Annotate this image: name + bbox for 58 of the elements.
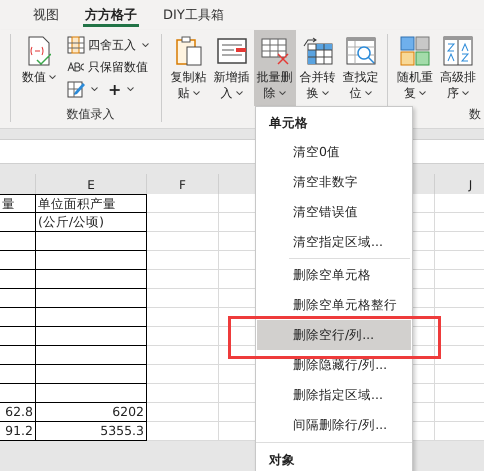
ribbon-button[interactable]: 新增插 入 (210, 30, 252, 106)
table-cell (0, 384, 36, 403)
ribbon-tab[interactable]: 方方格子 (72, 0, 150, 30)
ribbon-button[interactable]: + (108, 80, 134, 98)
menu-item[interactable]: 间隔删除行/列... (257, 410, 411, 440)
delete-cells-icon (260, 36, 288, 66)
menu-item[interactable]: 清空0值 (257, 137, 411, 167)
column-header[interactable]: F (147, 174, 219, 194)
table-cell (0, 270, 36, 289)
ribbon-button[interactable]: 批量删 除 (254, 30, 296, 106)
ribbon-button[interactable]: 高级排 序 (437, 30, 479, 106)
table-column-icon (67, 36, 85, 54)
merge-table-icon (302, 36, 332, 66)
insert-row-icon (216, 36, 246, 66)
menu-item[interactable]: 删除空单元格 (257, 260, 411, 290)
table-cell: 单位面积产量 (36, 194, 147, 213)
group-label: 数 (469, 106, 481, 122)
document-check-icon (27, 36, 51, 66)
table-pencil-icon (67, 80, 85, 98)
table-cell (0, 213, 36, 232)
menu-item[interactable]: 清空指定区域... (257, 227, 411, 257)
menu-item[interactable]: 清空非数字 (257, 167, 411, 197)
sort-icon (443, 36, 473, 66)
group-label: 数值录入 (66, 106, 114, 122)
color-grid-icon (400, 36, 430, 66)
ribbon-button[interactable]: 合并转 换 (296, 30, 338, 106)
menu-section-title: 对象 (268, 451, 296, 469)
abc-icon (67, 62, 85, 72)
ribbon-button[interactable]: 数值 (18, 30, 60, 106)
clipboard-icon (176, 36, 202, 66)
menu-section-title: 单元格 (268, 114, 309, 132)
menu-item[interactable]: 删除隐藏行/列... (257, 350, 411, 380)
menu-item[interactable]: 删除空单元格整行 (257, 290, 411, 320)
ribbon-button[interactable] (67, 80, 98, 98)
find-table-icon (346, 36, 376, 66)
table-cell (0, 365, 36, 384)
ribbon-tab[interactable]: DIY工具箱 (150, 0, 237, 30)
ribbon-button[interactable]: 复制粘 贴 (168, 30, 210, 106)
table-cell: 6202 (36, 403, 147, 422)
column-header[interactable]: E (36, 174, 147, 194)
menu-item[interactable]: 清空错误值 (257, 197, 411, 227)
menu-item[interactable]: 删除指定区域... (257, 380, 411, 410)
table-cell (0, 327, 36, 346)
ribbon-button[interactable]: 四舍五入 (67, 36, 149, 54)
table-cell (0, 251, 36, 270)
table-cell: (公斤/公顷) (36, 213, 147, 232)
ribbon-button[interactable]: 只保留数值 (67, 58, 161, 76)
menu-item[interactable]: 删除空行/列... (257, 320, 411, 350)
table-cell (0, 346, 36, 365)
ribbon-tab[interactable]: 视图 (20, 0, 72, 30)
ribbon-button[interactable]: 随机重 复 (394, 30, 436, 106)
table-cell (0, 308, 36, 327)
table-cell: 量 (0, 194, 36, 213)
column-header[interactable]: J (435, 174, 484, 194)
table-cell (0, 289, 36, 308)
table-cell (0, 232, 36, 251)
table-cell: 62.8 (0, 403, 36, 422)
ribbon-button[interactable]: 查找定 位 (340, 30, 382, 106)
